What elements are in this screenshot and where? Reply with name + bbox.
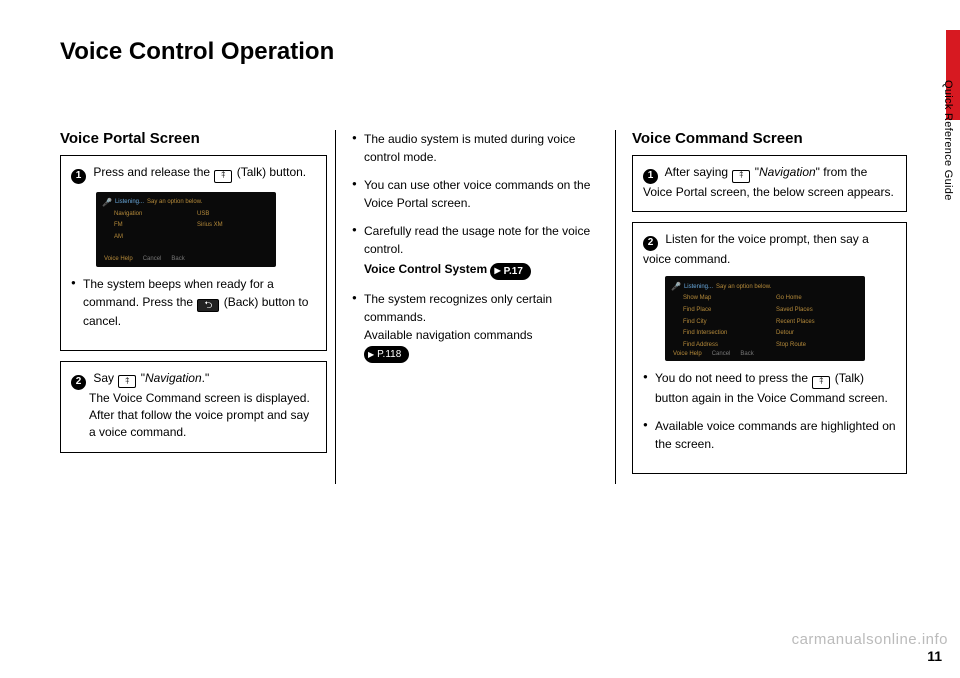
listening-label: Listening... bbox=[684, 283, 713, 292]
page-number: 11 bbox=[927, 648, 942, 664]
page-ref-17: P.17 bbox=[490, 263, 530, 280]
command-bottom-row: Voice Help Cancel Back bbox=[673, 350, 754, 359]
opt: Go Home bbox=[776, 294, 859, 303]
opt bbox=[197, 233, 270, 242]
prompt-label: Say an option below. bbox=[147, 198, 202, 207]
bullet4-line2: Available navigation commands bbox=[364, 328, 533, 342]
step2-line3: After that follow the voice prompt and s… bbox=[71, 407, 316, 442]
talk-icon: ⤉ bbox=[732, 170, 750, 183]
mic-icon: 🎤 bbox=[102, 197, 112, 209]
col3-heading: Voice Command Screen bbox=[632, 130, 907, 147]
voice-portal-screenshot: 🎤 Listening... Say an option below. Navi… bbox=[96, 192, 276, 267]
step1-text-a: After saying bbox=[665, 165, 732, 179]
bottom-btn: Back bbox=[740, 350, 753, 359]
col2-bullet: You can use other voice commands on the … bbox=[352, 176, 607, 212]
page-title: Voice Control Operation bbox=[60, 38, 334, 66]
opt: Find Intersection bbox=[683, 329, 766, 338]
bullet4-text: The system recognizes only certain comma… bbox=[364, 292, 552, 324]
col2-bullet: Carefully read the usage note for the vo… bbox=[352, 222, 607, 280]
portal-bottom-row: Voice Help Cancel Back bbox=[104, 255, 185, 264]
opt: Recent Places bbox=[776, 318, 859, 327]
side-section-title: Quick Reference Guide bbox=[942, 80, 954, 201]
voice-control-system-label: Voice Control System P.17 bbox=[364, 260, 607, 280]
step2-bullet1: You do not need to press the ⤉ (Talk) bu… bbox=[643, 369, 896, 407]
step2-text-d: ." bbox=[202, 371, 210, 385]
prompt-label: Say an option below. bbox=[716, 283, 771, 292]
step-number-2: 2 bbox=[71, 375, 86, 390]
bullet3-text: Carefully read the usage note for the vo… bbox=[364, 224, 590, 256]
bottom-btn: Cancel bbox=[712, 350, 731, 359]
opt: Saved Places bbox=[776, 306, 859, 315]
talk-icon: ⤉ bbox=[812, 376, 830, 389]
step-number-2: 2 bbox=[643, 236, 658, 251]
manual-page: Quick Reference Guide Voice Control Oper… bbox=[0, 0, 960, 678]
col3-step2-box: 2 Listen for the voice prompt, then say … bbox=[632, 222, 907, 474]
step2-text-a: Say bbox=[93, 371, 117, 385]
bottom-btn: Back bbox=[171, 255, 184, 264]
step2-text-b: " bbox=[137, 371, 145, 385]
opt: AM bbox=[114, 233, 187, 242]
listening-label: Listening... bbox=[115, 198, 144, 207]
col2-bullet: The system recognizes only certain comma… bbox=[352, 290, 607, 364]
step1-text-b: " bbox=[751, 165, 759, 179]
command-options-grid: Show Map Go Home Find Place Saved Places… bbox=[683, 294, 859, 349]
opt: Detour bbox=[776, 329, 859, 338]
bullet-text-a: You do not need to press the bbox=[655, 371, 811, 385]
opt: FM bbox=[114, 221, 187, 230]
step2-text: Listen for the voice prompt, then say a … bbox=[643, 232, 869, 266]
step-number-1: 1 bbox=[71, 169, 86, 184]
bottom-btn: Voice Help bbox=[104, 255, 133, 264]
mic-icon: 🎤 bbox=[671, 281, 681, 293]
opt: Find City bbox=[683, 318, 766, 327]
column-1: Voice Portal Screen 1 Press and release … bbox=[60, 130, 335, 484]
step1-text-a: Press and release the bbox=[93, 165, 213, 179]
col1-step1-box: 1 Press and release the ⤉ (Talk) button.… bbox=[60, 155, 327, 351]
label-text: Voice Control System bbox=[364, 262, 487, 276]
column-2: The audio system is muted during voice c… bbox=[335, 130, 615, 484]
content-columns: Voice Portal Screen 1 Press and release … bbox=[60, 130, 920, 484]
navigation-command: Navigation bbox=[145, 371, 202, 385]
back-icon: ⮌ bbox=[197, 299, 219, 312]
col3-step1-box: 1 After saying ⤉ "Navigation" from the V… bbox=[632, 155, 907, 212]
bottom-btn: Cancel bbox=[143, 255, 162, 264]
col2-bullet: The audio system is muted during voice c… bbox=[352, 130, 607, 166]
talk-icon: ⤉ bbox=[214, 170, 232, 183]
opt: Navigation bbox=[114, 210, 187, 219]
step2-bullet2: Available voice commands are highlighted… bbox=[643, 417, 896, 453]
portal-options-grid: Navigation USB FM Sirius XM AM bbox=[114, 210, 270, 242]
watermark: carmanualsonline.info bbox=[792, 631, 948, 648]
bottom-btn: Voice Help bbox=[673, 350, 702, 359]
col1-step2-box: 2 Say ⤉ "Navigation." The Voice Command … bbox=[60, 361, 327, 453]
opt: Sirius XM bbox=[197, 221, 270, 230]
col1-heading: Voice Portal Screen bbox=[60, 130, 327, 147]
step2-line2: The Voice Command screen is displayed. bbox=[71, 390, 316, 407]
voice-command-screenshot: 🎤 Listening... Say an option below. Show… bbox=[665, 276, 865, 361]
column-3: Voice Command Screen 1 After saying ⤉ "N… bbox=[615, 130, 915, 484]
opt: Find Address bbox=[683, 341, 766, 350]
step1-bullet: The system beeps when ready for a comman… bbox=[71, 275, 316, 330]
opt: Show Map bbox=[683, 294, 766, 303]
page-ref-118: P.118 bbox=[364, 346, 409, 363]
navigation-command: Navigation bbox=[759, 165, 816, 179]
talk-icon: ⤉ bbox=[118, 375, 136, 388]
opt: Stop Route bbox=[776, 341, 859, 350]
opt: USB bbox=[197, 210, 270, 219]
opt: Find Place bbox=[683, 306, 766, 315]
step-number-1: 1 bbox=[643, 169, 658, 184]
step1-text-b: (Talk) button. bbox=[233, 165, 306, 179]
